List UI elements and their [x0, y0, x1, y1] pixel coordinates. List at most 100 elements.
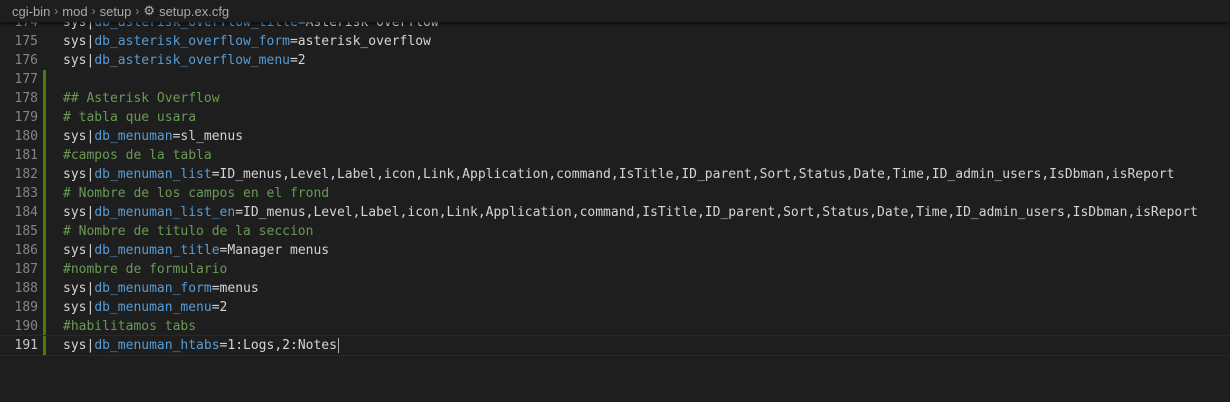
config-value: =ID_menus,Level,Label,icon,Link,Applicat… [235, 205, 1198, 220]
breadcrumb-item-cgi-bin[interactable]: cgi-bin [12, 4, 50, 19]
breadcrumb-item-file[interactable]: setup.ex.cfg [159, 4, 229, 19]
config-value: =asterisk_overflow [289, 34, 431, 49]
code-line[interactable]: 184 sys|db_menuman_list_en=ID_menus,Level… [0, 203, 1230, 222]
code-line[interactable]: 187 #nombre de formulario [0, 260, 1230, 279]
line-number: 184 [14, 205, 38, 220]
line-number: 176 [14, 53, 38, 68]
config-key: sys [63, 53, 87, 68]
code-text: # Nombre de titulo de la seccion [63, 222, 313, 241]
config-value: =1:Logs,2:Notes [219, 338, 337, 353]
comment-text: #nombre de formulario [63, 262, 228, 277]
line-number: 186 [14, 243, 38, 258]
code-text: #habilitamos tabs [63, 317, 196, 336]
line-number: 177 [14, 72, 38, 87]
breadcrumb: cgi-bin › mod › setup › ⚙ setup.ex.cfg [0, 0, 1230, 22]
line-number: 178 [14, 91, 38, 106]
code-text: sys|db_asterisk_overflow_menu=2 [63, 51, 306, 70]
git-change-marker[interactable] [43, 203, 46, 222]
comment-text: ## Asterisk Overflow [63, 91, 220, 106]
code-text: sys|db_menuman_htabs=1:Logs,2:Notes [63, 336, 339, 355]
code-text: sys|db_menuman_menu=2 [63, 298, 227, 317]
config-property: db_menuman [94, 129, 173, 144]
config-value: =sl_menus [172, 129, 244, 144]
git-change-marker[interactable] [43, 260, 46, 279]
code-line[interactable]: 176 sys|db_asterisk_overflow_menu=2 [0, 51, 1230, 70]
git-change-marker[interactable] [43, 184, 46, 203]
config-key: sys [63, 167, 87, 182]
config-value: =ID_menus,Level,Label,icon,Link,Applicat… [211, 167, 1175, 182]
config-property: db_menuman_list_en [94, 205, 236, 220]
git-change-marker[interactable] [43, 146, 46, 165]
code-line[interactable]: 181 #campos de la tabla [0, 146, 1230, 165]
breadcrumb-item-mod[interactable]: mod [62, 4, 87, 19]
code-text: #nombre de formulario [63, 260, 227, 279]
code-line[interactable]: 175 sys|db_asterisk_overflow_form=asteris… [0, 32, 1230, 51]
line-number: 189 [14, 300, 38, 315]
config-value: =menus [211, 281, 259, 296]
chevron-right-icon: › [135, 4, 140, 18]
code-text: sys|db_asterisk_overflow_form=asterisk_o… [63, 32, 431, 51]
code-text: # tabla que usara [63, 108, 196, 127]
config-value: =Manager menus [219, 243, 330, 258]
code-text: sys|db_menuman_list_en=ID_menus,Level,La… [63, 203, 1198, 222]
config-key: sys [63, 205, 87, 220]
gear-icon: ⚙ [143, 3, 156, 18]
comment-text: # Nombre de titulo de la seccion [63, 224, 314, 239]
code-text: sys|db_menuman=sl_menus [63, 127, 243, 146]
config-value: =2 [289, 53, 306, 68]
code-line[interactable]: 177 [0, 70, 1230, 89]
code-line[interactable]: 178 ## Asterisk Overflow [0, 89, 1230, 108]
code-text: sys|db_menuman_title=Manager menus [63, 241, 329, 260]
breadcrumb-item-setup[interactable]: setup [100, 4, 132, 19]
line-number: 179 [14, 110, 38, 125]
git-change-marker[interactable] [43, 298, 46, 317]
code-line[interactable]: 185 # Nombre de titulo de la seccion [0, 222, 1230, 241]
chevron-right-icon: › [91, 4, 96, 18]
git-change-marker[interactable] [43, 336, 46, 355]
config-property: db_menuman_list [94, 167, 212, 182]
git-change-marker[interactable] [43, 70, 46, 89]
git-change-marker[interactable] [43, 89, 46, 108]
config-key: sys [63, 34, 87, 49]
git-change-marker[interactable] [43, 222, 46, 241]
line-number: 191 [14, 338, 38, 353]
code-line[interactable]: 189 sys|db_menuman_menu=2 [0, 298, 1230, 317]
comment-text: #habilitamos tabs [63, 319, 197, 334]
code-line[interactable]: 183 # Nombre de los campos en el frond [0, 184, 1230, 203]
config-property: db_asterisk_overflow_form [94, 34, 290, 49]
line-number: 182 [14, 167, 38, 182]
code-line[interactable]: 190 #habilitamos tabs [0, 317, 1230, 336]
code-text: #campos de la tabla [63, 146, 212, 165]
code-text: sys|db_menuman_form=menus [63, 279, 259, 298]
code-line[interactable]: 182 sys|db_menuman_list=ID_menus,Level,La… [0, 165, 1230, 184]
line-number: 185 [14, 224, 38, 239]
code-text: # Nombre de los campos en el frond [63, 184, 329, 203]
code-text: ## Asterisk Overflow [63, 89, 220, 108]
line-number: 175 [14, 34, 38, 49]
code-line[interactable]: 186 sys|db_menuman_title=Manager menus [0, 241, 1230, 260]
code-line[interactable]: 179 # tabla que usara [0, 108, 1230, 127]
config-value: =2 [211, 300, 228, 315]
line-number: 188 [14, 281, 38, 296]
line-number: 180 [14, 129, 38, 144]
line-number: 183 [14, 186, 38, 201]
code-text: sys|db_menuman_list=ID_menus,Level,Label… [63, 165, 1174, 184]
code-editor[interactable]: 174 sys|db_asterisk_overflow_title=Asteri… [0, 13, 1230, 356]
git-change-marker[interactable] [43, 279, 46, 298]
line-number: 190 [14, 319, 38, 334]
config-key: sys [63, 300, 87, 315]
git-change-marker[interactable] [43, 127, 46, 146]
git-change-marker[interactable] [43, 317, 46, 336]
code-line[interactable]: 180 sys|db_menuman=sl_menus [0, 127, 1230, 146]
code-line[interactable]: 191 sys|db_menuman_htabs=1:Logs,2:Notes [0, 335, 1230, 356]
config-property: db_asterisk_overflow_menu [94, 53, 290, 68]
comment-text: #campos de la tabla [63, 148, 212, 163]
code-line[interactable]: 188 sys|db_menuman_form=menus [0, 279, 1230, 298]
line-number: 187 [14, 262, 38, 277]
git-change-marker[interactable] [43, 241, 46, 260]
config-property: db_menuman_title [94, 243, 220, 258]
git-change-marker[interactable] [43, 108, 46, 127]
git-change-marker[interactable] [43, 165, 46, 184]
text-cursor [337, 338, 339, 353]
comment-text: # Nombre de los campos en el frond [63, 186, 330, 201]
